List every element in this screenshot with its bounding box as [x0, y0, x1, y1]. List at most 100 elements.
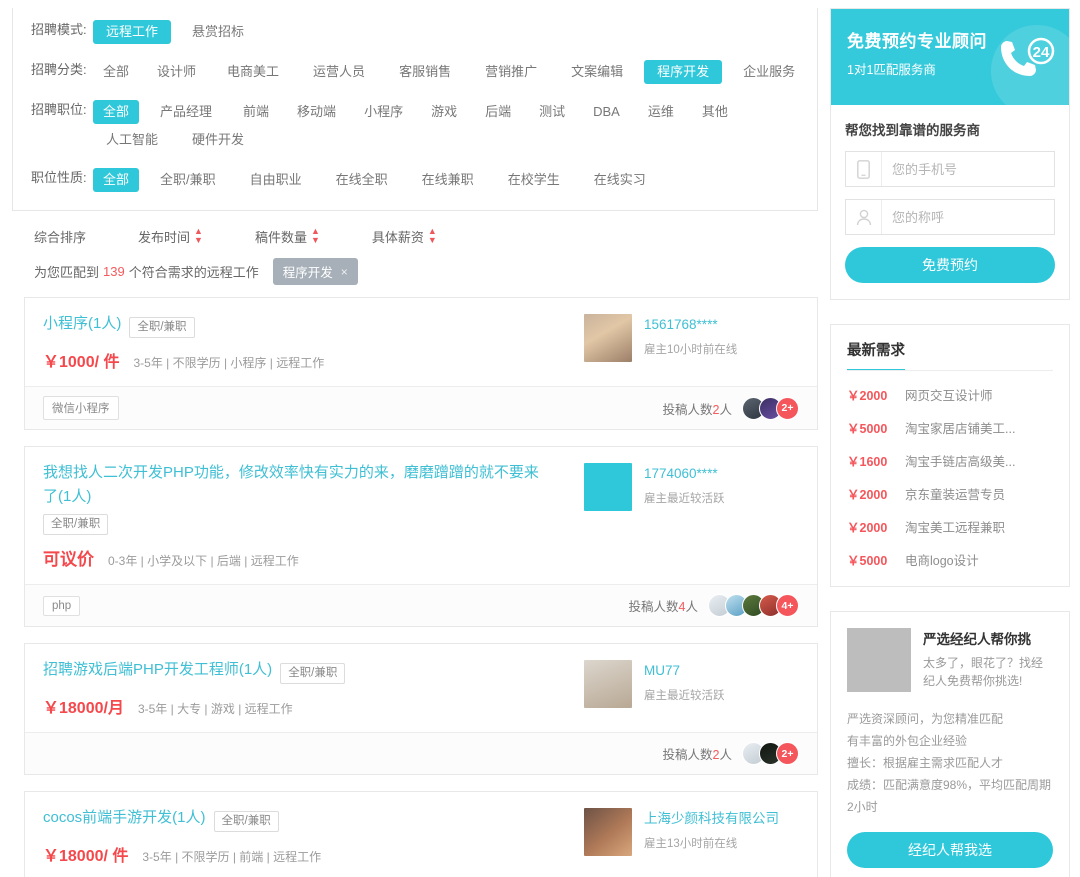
employer-name[interactable]: 1774060****	[644, 465, 725, 483]
skill-tag-list: php	[43, 596, 88, 616]
agent-detail-line: 擅长：根据雇主需求匹配人才	[847, 752, 1053, 774]
sort-option[interactable]: 发布时间▲▼	[138, 227, 203, 246]
sort-option[interactable]: 稿件数量▲▼	[255, 227, 320, 246]
filter-option[interactable]: 前端	[233, 100, 279, 124]
job-card[interactable]: cocos前端手游开发(1人)全职/兼职￥18000/ 件3-5年 | 不限学历…	[24, 791, 818, 877]
filter-option[interactable]: 后端	[475, 100, 521, 124]
sort-arrows-icon[interactable]: ▲▼	[194, 227, 203, 245]
close-icon[interactable]: ×	[341, 265, 348, 279]
job-nature-wrap: 全职/兼职	[129, 314, 194, 338]
filter-option[interactable]: 在线全职	[323, 168, 401, 192]
job-title[interactable]: 我想找人二次开发PHP功能，修改效率快有实力的来，磨磨蹭蹭的就不要来了(1人)	[43, 461, 543, 509]
sort-option[interactable]: 具体薪资▲▼	[372, 227, 437, 246]
filter-option[interactable]: 产品经理	[147, 100, 225, 124]
job-nature-wrap: 全职/兼职	[43, 511, 108, 535]
job-meta: 0-3年 | 小学及以下 | 后端 | 远程工作	[108, 552, 299, 569]
demand-item[interactable]: ￥5000淘宝家居店铺美工...	[847, 411, 1053, 444]
employer-avatar[interactable]	[584, 808, 632, 856]
agent-detail-line: 成绩：匹配满意度98%，平均匹配周期2小时	[847, 774, 1053, 818]
agent-card: 严选经纪人帮你挑 太多了，眼花了？找经纪人免费帮你挑选! 严选资深顾问，为您精准…	[830, 611, 1070, 877]
demand-item[interactable]: ￥5000电商logo设计	[847, 543, 1053, 576]
phone-input[interactable]	[882, 152, 1078, 186]
filter-option-selected[interactable]: 程序开发	[644, 60, 722, 84]
applicant-more-badge[interactable]: 4+	[776, 594, 799, 617]
filter-option[interactable]: 其他	[692, 100, 738, 124]
applicants-block: 投稿人数2人2+	[663, 742, 799, 765]
employer-status: 雇主10小时前在线	[644, 341, 737, 357]
demand-item[interactable]: ￥2000京东童装运营专员	[847, 477, 1053, 510]
filter-option[interactable]: 小程序	[354, 100, 413, 124]
free-booking-button[interactable]: 免费预约	[845, 247, 1055, 283]
job-card[interactable]: 招聘游戏后端PHP开发工程师(1人)全职/兼职￥18000/月3-5年 | 大专…	[24, 643, 818, 775]
filter-option[interactable]: 文案编辑	[558, 60, 636, 84]
job-nature-wrap: 全职/兼职	[214, 808, 279, 832]
filter-option[interactable]: 设计师	[147, 60, 206, 84]
employer-avatar[interactable]	[584, 314, 632, 362]
filter-row-label: 职位性质:	[31, 166, 93, 190]
agent-help-button[interactable]: 经纪人帮我选	[847, 832, 1053, 868]
sort-option[interactable]: 综合排序	[34, 227, 86, 246]
filter-option-selected[interactable]: 全部	[93, 100, 139, 124]
filter-option[interactable]: 游戏	[421, 100, 467, 124]
filter-option[interactable]: 全职/兼职	[147, 168, 229, 192]
filter-option-selected[interactable]: 全部	[93, 168, 139, 192]
employer-name[interactable]: 上海少颜科技有限公司	[644, 810, 779, 828]
applicants-count-text: 投稿人数2人	[663, 399, 732, 418]
filter-options: 全部全职/兼职自由职业在线全职在线兼职在校学生在线实习	[93, 166, 817, 194]
filter-row-label: 招聘分类:	[31, 58, 93, 82]
divider	[847, 370, 1053, 371]
filter-option[interactable]: 硬件开发	[179, 128, 257, 152]
job-title[interactable]: 招聘游戏后端PHP开发工程师(1人)	[43, 658, 272, 682]
job-card[interactable]: 小程序(1人)全职/兼职￥1000/ 件3-5年 | 不限学历 | 小程序 | …	[24, 297, 818, 430]
active-filter-tag[interactable]: 程序开发 ×	[273, 258, 358, 285]
filter-option[interactable]: 人工智能	[93, 128, 171, 152]
filter-option-selected[interactable]: 远程工作	[93, 20, 171, 44]
filter-option[interactable]: 移动端	[287, 100, 346, 124]
job-nature-tag: 全职/兼职	[280, 663, 345, 684]
match-count: 139	[103, 264, 125, 279]
filter-option[interactable]: 自由职业	[237, 168, 315, 192]
employer-avatar[interactable]	[584, 660, 632, 708]
filter-option[interactable]: 客服销售	[386, 60, 464, 84]
employer-name[interactable]: MU77	[644, 662, 725, 680]
demand-name: 京东童装运营专员	[905, 484, 1005, 503]
filter-option[interactable]: 在线实习	[581, 168, 659, 192]
employer-status: 雇主13小时前在线	[644, 835, 779, 851]
filter-option[interactable]: 运营人员	[300, 60, 378, 84]
demand-item[interactable]: ￥1600淘宝手链店高级美...	[847, 444, 1053, 477]
applicant-avatar-stack: 2+	[742, 397, 799, 420]
filter-option[interactable]: 电商美工	[214, 60, 292, 84]
filter-option[interactable]: DBA	[583, 100, 630, 124]
job-card[interactable]: 我想找人二次开发PHP功能，修改效率快有实力的来，磨磨蹭蹭的就不要来了(1人)全…	[24, 446, 818, 627]
filter-option[interactable]: 营销推广	[472, 60, 550, 84]
job-title[interactable]: 小程序(1人)	[43, 312, 121, 336]
applicant-more-badge[interactable]: 2+	[776, 742, 799, 765]
filter-option[interactable]: 企业服务	[730, 60, 808, 84]
filter-option[interactable]: 在校学生	[495, 168, 573, 192]
applicant-more-badge[interactable]: 2+	[776, 397, 799, 420]
demand-item[interactable]: ￥2000网页交互设计师	[847, 378, 1053, 411]
employer-info: MU77雇主最近较活跃	[644, 660, 725, 703]
filter-row: 招聘职位:全部产品经理前端移动端小程序游戏后端测试DBA运维其他人工智能硬件开发	[13, 92, 817, 160]
demand-item[interactable]: ￥2000淘宝美工远程兼职	[847, 510, 1053, 543]
name-field-wrapper[interactable]	[845, 199, 1055, 235]
match-suffix: 个符合需求的远程工作	[129, 262, 259, 281]
sort-arrows-icon[interactable]: ▲▼	[311, 227, 320, 245]
filter-row: 招聘模式:远程工作悬赏招标	[13, 12, 817, 52]
job-title[interactable]: cocos前端手游开发(1人)	[43, 806, 206, 830]
employer-name[interactable]: 1561768****	[644, 316, 737, 334]
skill-tag[interactable]: 微信小程序	[43, 396, 119, 420]
sort-arrows-icon[interactable]: ▲▼	[428, 227, 437, 245]
phone-field-wrapper[interactable]	[845, 151, 1055, 187]
consult-body: 帮您找到靠谱的服务商	[831, 105, 1069, 299]
job-salary: ￥1000/ 件	[43, 348, 120, 372]
filter-option[interactable]: 悬赏招标	[179, 20, 257, 44]
skill-tag[interactable]: php	[43, 596, 80, 616]
employer-avatar[interactable]	[584, 463, 632, 511]
filter-option[interactable]: 测试	[529, 100, 575, 124]
user-icon	[846, 200, 882, 234]
nickname-input[interactable]	[882, 200, 1078, 234]
filter-option[interactable]: 全部	[93, 60, 139, 84]
filter-option[interactable]: 运维	[638, 100, 684, 124]
filter-option[interactable]: 在线兼职	[409, 168, 487, 192]
